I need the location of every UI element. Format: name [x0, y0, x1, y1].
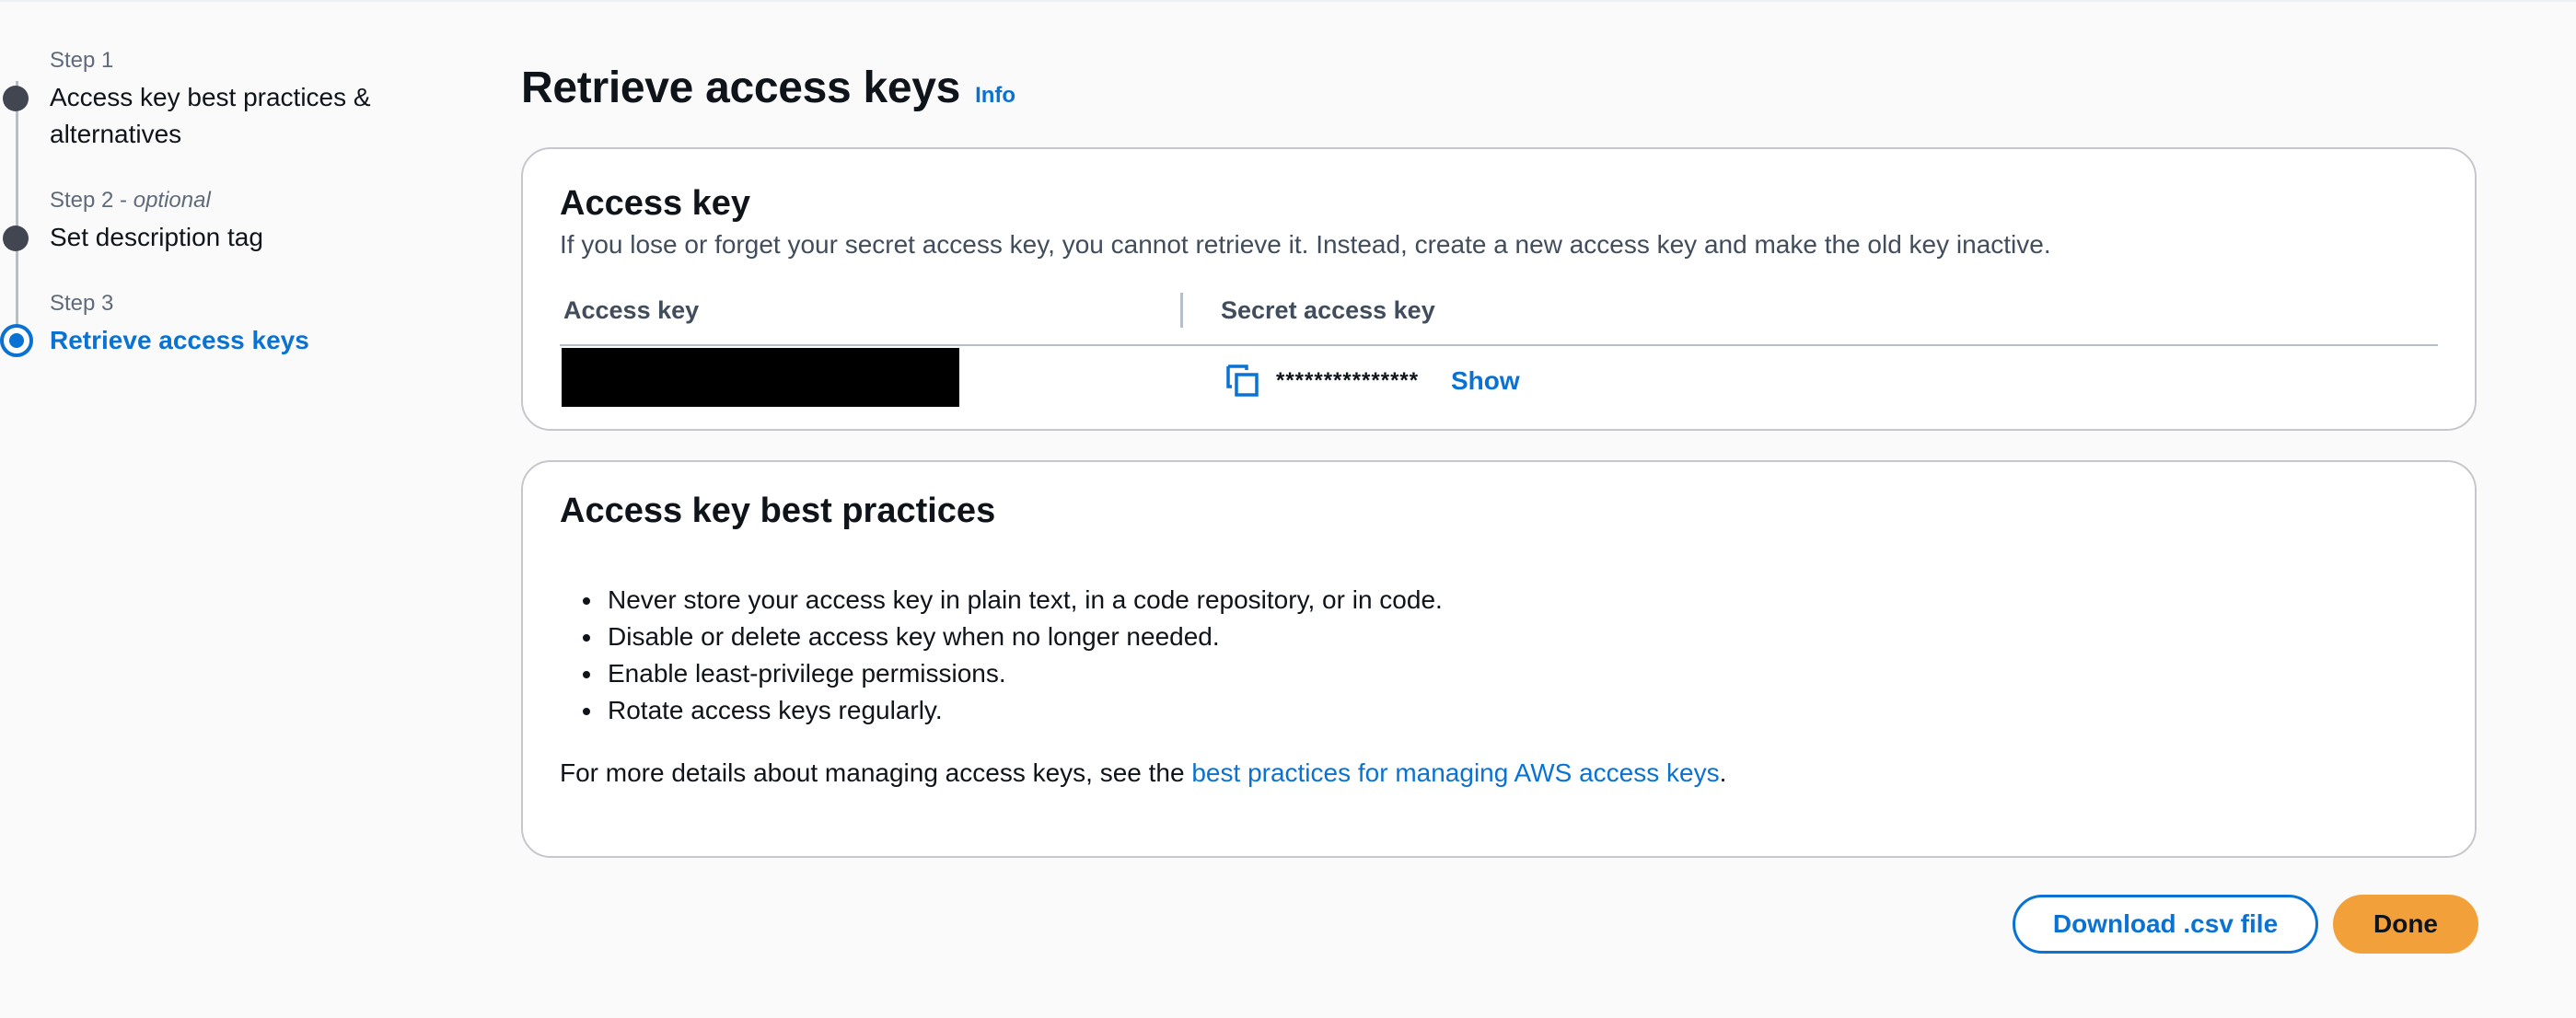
secret-access-key-masked: *************** [1276, 368, 1420, 393]
access-key-value-redacted [562, 348, 959, 407]
best-practices-list: Never store your access key in plain tex… [560, 582, 1443, 729]
step-number: Step 2 - optional [50, 188, 211, 214]
step-active-icon [0, 324, 33, 357]
step-number: Step 1 [50, 48, 114, 73]
list-item: Disable or delete access key when no lon… [604, 619, 1443, 655]
access-key-container: Access key If you lose or forget your se… [521, 147, 2477, 431]
best-practices-link[interactable]: best practices for managing AWS access k… [1191, 758, 1719, 787]
page-title: Retrieve access keys [521, 64, 961, 112]
step-number: Step 3 [50, 291, 114, 316]
download-csv-button[interactable]: Download .csv file [2013, 895, 2318, 954]
optional-label: optional [133, 188, 211, 213]
list-item: Rotate access keys regularly. [604, 692, 1443, 729]
best-practices-container: Access key best practices Never store yo… [521, 460, 2477, 858]
step-title-link[interactable]: Access key best practices & alternatives [50, 79, 436, 153]
step-title-current: Retrieve access keys [50, 326, 309, 354]
list-item: Never store your access key in plain tex… [604, 582, 1443, 619]
optional-separator: - [113, 188, 133, 213]
step-completed-icon [3, 86, 29, 111]
column-header-access-key: Access key [563, 296, 700, 324]
step-number-label: Step 2 [50, 188, 114, 213]
copy-icon[interactable] [1224, 363, 1261, 399]
column-divider[interactable] [1180, 293, 1183, 328]
info-link[interactable]: Info [975, 83, 1015, 109]
show-secret-link[interactable]: Show [1451, 366, 1520, 396]
more-details-text: For more details about managing access k… [560, 758, 1726, 788]
step-title-link[interactable]: Set description tag [50, 219, 436, 256]
container-title: Access key best practices [560, 492, 996, 530]
page-header: Retrieve access keys Info [521, 63, 1015, 113]
list-item: Enable least-privilege permissions. [604, 655, 1443, 692]
container-title: Access key [560, 184, 751, 223]
wizard-navigation: Step 1 Access key best practices & alter… [0, 0, 479, 387]
done-button[interactable]: Done [2333, 895, 2478, 954]
details-suffix: . [1719, 758, 1727, 787]
details-prefix: For more details about managing access k… [560, 758, 1192, 787]
step-completed-icon [3, 226, 29, 251]
container-description: If you lose or forget your secret access… [560, 230, 2051, 259]
table-header-divider [560, 344, 2438, 346]
column-header-secret-access-key: Secret access key [1221, 296, 1435, 324]
